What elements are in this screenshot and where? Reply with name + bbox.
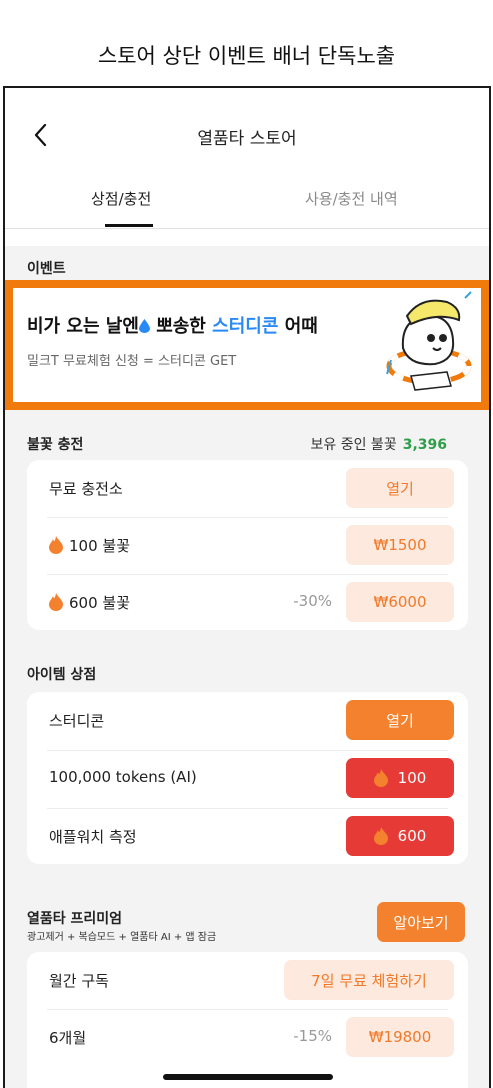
premium-card: 월간 구독 7일 무료 체험하기 6개월 -15% ₩19800: [27, 952, 468, 1088]
list-item: 무료 충전소 열기: [27, 460, 468, 518]
top-bar: 열품타 스토어 상점/충전 사용/충전 내역: [5, 88, 489, 246]
buy-6month-button[interactable]: ₩19800: [346, 1017, 454, 1057]
row-label: 100 불꽃: [49, 535, 130, 556]
banner-subtitle: 밀크T 무료체험 신청 = 스터디콘 GET: [27, 354, 237, 369]
discount-label: -30%: [293, 592, 332, 610]
buy-600-flame-button[interactable]: ₩6000: [346, 582, 454, 622]
premium-subtitle: 광고제거 + 복습모드 + 열품타 AI + 앱 잠금: [27, 932, 217, 943]
event-banner[interactable]: 비가 오는 날엔 뽀송한 스터디콘 어때 밀크T 무료체험 신청 = 스터디콘 …: [5, 280, 489, 410]
open-free-charge-button[interactable]: 열기: [346, 468, 454, 508]
flame-icon: [49, 593, 63, 611]
flame-balance-value: 3,396: [402, 437, 447, 453]
learn-more-button[interactable]: 알아보기: [377, 902, 465, 942]
caption: 스토어 상단 이벤트 배너 단독노출: [97, 44, 396, 68]
flame-icon: [373, 769, 388, 787]
flame-balance: 보유 중인 불꽃 3,396: [310, 437, 447, 453]
phone-screen: 열품타 스토어 상점/충전 사용/충전 내역 이벤트 비가 오는 날엔 뽀송한 …: [3, 86, 491, 1088]
water-drop-icon: [138, 319, 150, 333]
flame-icon: [49, 536, 63, 554]
tab-shop[interactable]: 상점/충전: [91, 188, 151, 209]
mascot-illustration: [386, 291, 472, 391]
charge-card: 무료 충전소 열기 100 불꽃 ₩1500 600 불꽃 -30% ₩6000: [27, 460, 468, 630]
list-item: 100,000 tokens (AI) 100: [27, 750, 468, 808]
list-item: 월간 구독 7일 무료 체험하기: [27, 952, 468, 1010]
free-trial-button[interactable]: 7일 무료 체험하기: [284, 960, 454, 1000]
page-title: 열품타 스토어: [197, 129, 297, 149]
items-section-label: 아이템 상점: [27, 667, 97, 683]
home-indicator: [163, 1074, 333, 1080]
items-card: 스터디콘 열기 100,000 tokens (AI) 100 애플워치 측정 …: [27, 692, 468, 864]
buy-applewatch-button[interactable]: 600: [346, 816, 454, 856]
list-item: 애플워치 측정 600: [27, 808, 468, 866]
buy-100-flame-button[interactable]: ₩1500: [346, 525, 454, 565]
list-item: 600 불꽃 -30% ₩6000: [27, 574, 468, 632]
premium-title: 열품타 프리미엄: [27, 911, 123, 927]
buy-ai-tokens-button[interactable]: 100: [346, 758, 454, 798]
list-item: 6개월 -15% ₩19800: [27, 1009, 468, 1067]
active-tab-indicator: [105, 224, 153, 227]
charge-section-label: 불꽃 충전: [27, 437, 84, 453]
discount-label: -15%: [293, 1027, 332, 1045]
flame-icon: [373, 827, 388, 845]
open-studycon-button[interactable]: 열기: [346, 700, 454, 740]
row-label: 600 불꽃: [49, 592, 130, 613]
banner-title: 비가 오는 날엔 뽀송한 스터디콘 어때: [27, 316, 318, 337]
list-item: 100 불꽃 ₩1500: [27, 517, 468, 575]
tab-history[interactable]: 사용/충전 내역: [305, 188, 398, 209]
list-item: 스터디콘 열기: [27, 692, 468, 750]
divider: [5, 228, 489, 229]
event-section-label: 이벤트: [27, 261, 66, 277]
